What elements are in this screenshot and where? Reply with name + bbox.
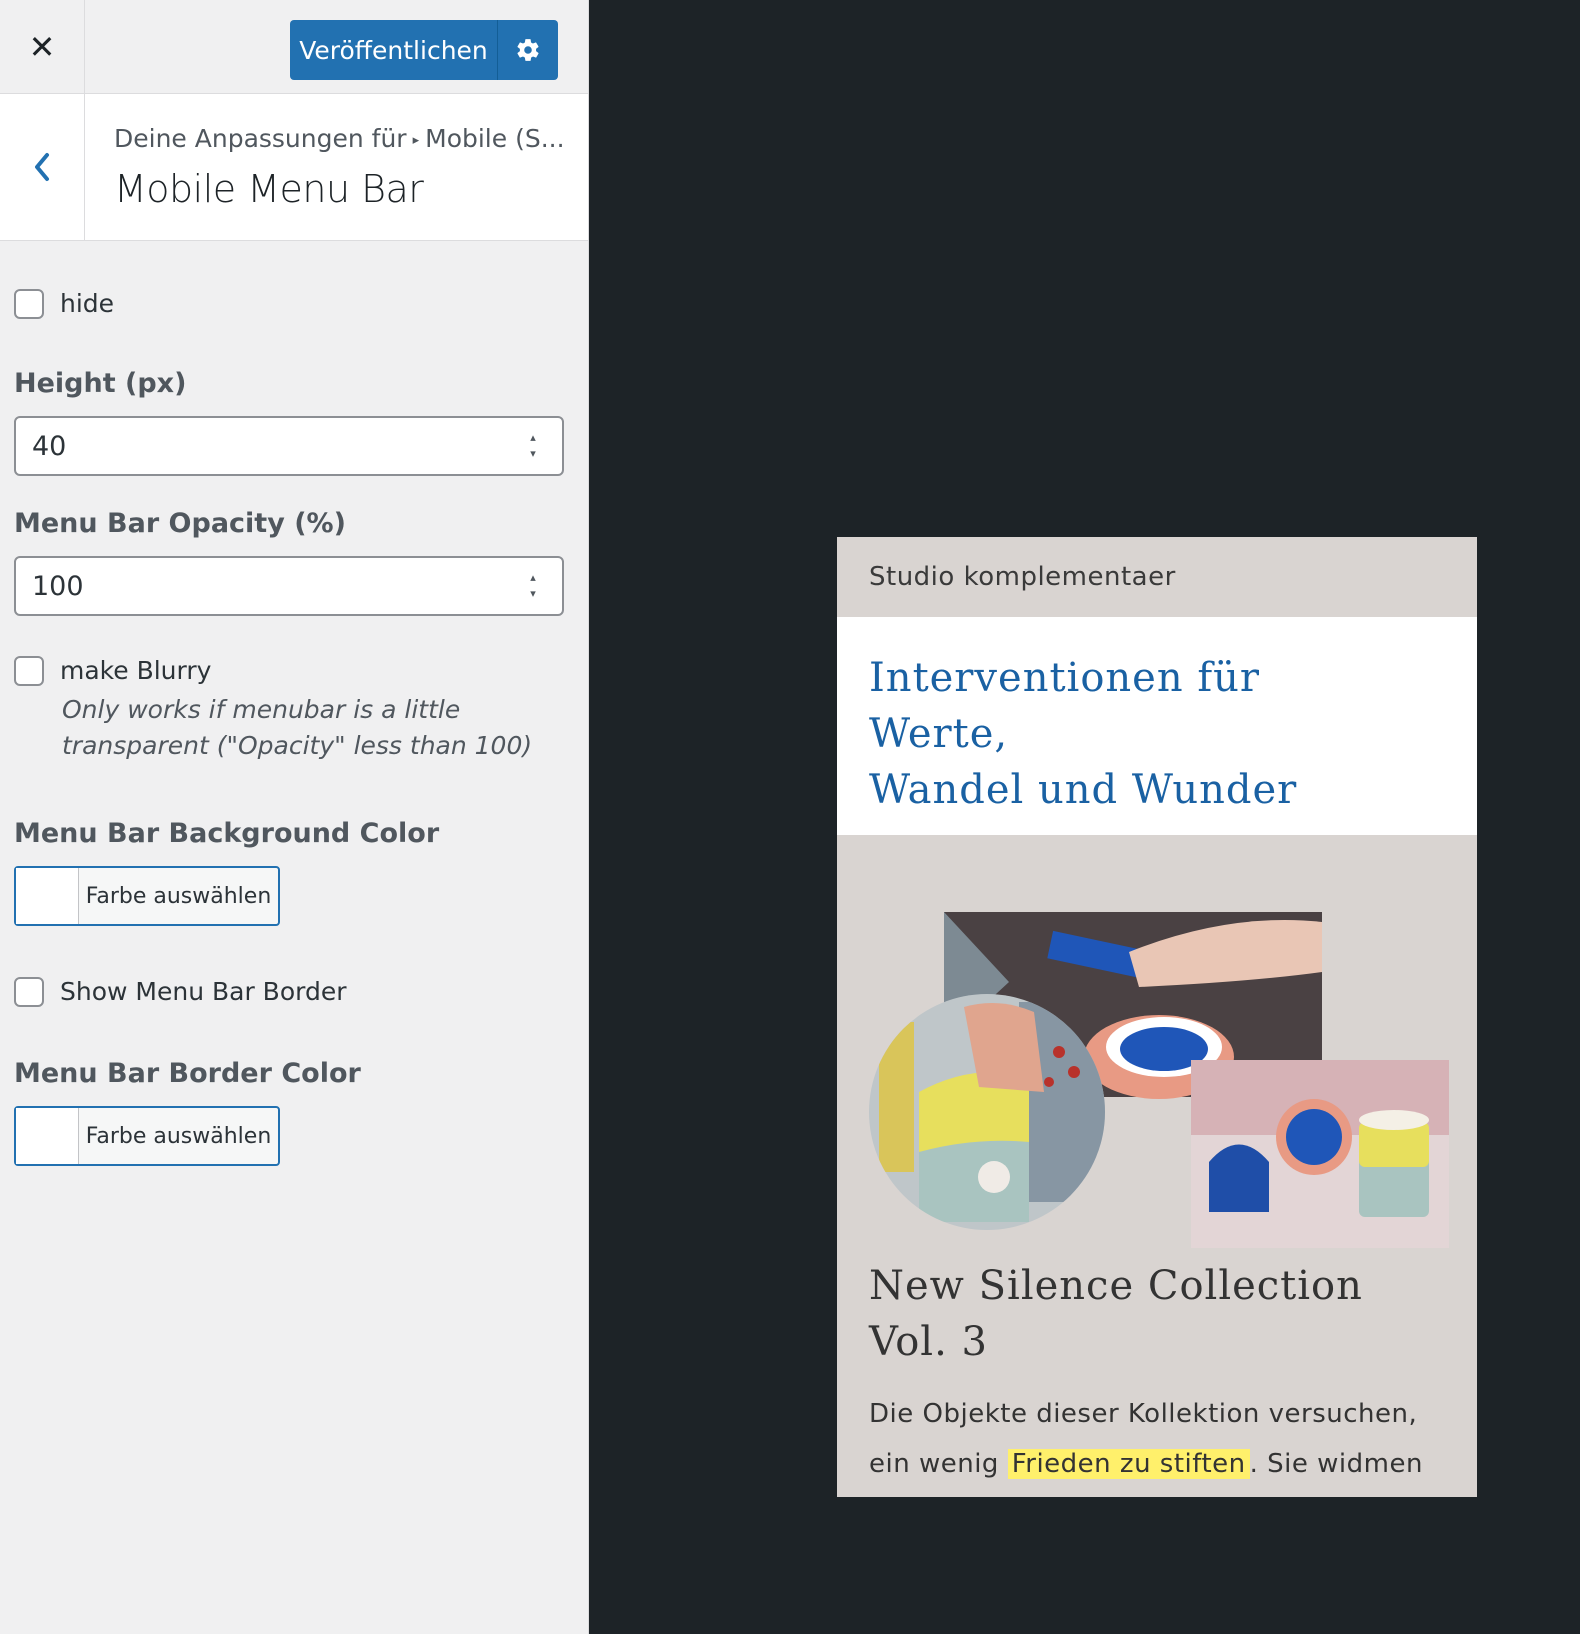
bg-color-picker-button[interactable]: Farbe auswählen [14, 866, 280, 926]
blurry-description-line-2: transparent ("Opacity" less than 100) [62, 731, 533, 760]
excerpt-line-2: ein wenig Frieden zu stiften. Sie widmen [869, 1439, 1449, 1489]
publish-settings-button[interactable] [498, 20, 558, 80]
breadcrumb: Deine Anpassungen für ▸ Mobile (S... [114, 124, 564, 153]
post-excerpt: Die Objekte dieser Kollektion versuchen,… [869, 1389, 1449, 1489]
height-input[interactable]: 40 ▴ ▾ [14, 416, 564, 476]
bg-color-swatch [16, 868, 79, 924]
border-control: Show Menu Bar Border [14, 977, 347, 1007]
excerpt-post: . Sie widmen [1249, 1449, 1423, 1479]
mobile-menu-bar[interactable]: Studio komplementaer [837, 537, 1477, 617]
blurry-description: Only works if menubar is a little transp… [62, 692, 562, 764]
spinner-down-icon: ▾ [530, 447, 536, 460]
height-spinner[interactable]: ▴ ▾ [524, 432, 542, 460]
close-button[interactable]: ✕ [0, 0, 85, 93]
site-title[interactable]: Studio komplementaer [869, 562, 1176, 592]
publish-button[interactable]: Veröffentlichen [290, 20, 498, 80]
spinner-up-icon: ▴ [530, 571, 536, 584]
opacity-input[interactable]: 100 ▴ ▾ [14, 556, 564, 616]
mobile-preview[interactable]: Studio komplementaer Interventionen für … [837, 537, 1477, 1497]
post-title-line-2[interactable]: Vol. 3 [869, 1319, 988, 1365]
height-value: 40 [32, 430, 67, 462]
spinner-up-icon: ▴ [530, 431, 536, 444]
section-header: Deine Anpassungen für ▸ Mobile (S... Mobil… [0, 94, 588, 241]
excerpt-line-1: Die Objekte dieser Kollektion versuchen, [869, 1399, 1418, 1429]
border-color-swatch [16, 1108, 79, 1164]
breadcrumb-separator-icon: ▸ [412, 132, 420, 148]
customizer-header: ✕ Veröffentlichen [0, 0, 589, 94]
collection-image[interactable] [869, 912, 1449, 1252]
border-color-button-label: Farbe auswählen [85, 1123, 272, 1149]
excerpt-pre: ein wenig [869, 1449, 1008, 1479]
breadcrumb-child: Mobile (S... [425, 124, 564, 153]
hide-label: hide [60, 289, 115, 318]
hide-checkbox[interactable] [14, 289, 44, 319]
excerpt-highlight: Frieden zu stiften [1007, 1449, 1250, 1479]
blurry-control: make Blurry [14, 656, 211, 686]
border-color-label: Menu Bar Border Color [14, 1058, 361, 1089]
blurry-description-line-1: Only works if menubar is a little [62, 695, 461, 724]
hero-line-1: Interventionen für [869, 655, 1261, 701]
gear-icon [517, 39, 539, 61]
hero-section: Interventionen für Werte, Wandel und Wun… [837, 617, 1477, 835]
chevron-left-icon [35, 153, 49, 181]
height-label: Height (px) [14, 368, 187, 399]
post-title-line-1[interactable]: New Silence Collection [869, 1263, 1363, 1309]
bg-color-label: Menu Bar Background Color [14, 818, 440, 849]
bg-color-button-label: Farbe auswählen [85, 883, 272, 909]
hide-control: hide [14, 289, 114, 319]
section-title: Mobile Menu Bar [114, 167, 424, 211]
hero-line-3: Wandel und Wunder [869, 767, 1298, 813]
spinner-down-icon: ▾ [530, 587, 536, 600]
opacity-label: Menu Bar Opacity (%) [14, 508, 346, 539]
border-label: Show Menu Bar Border [60, 977, 347, 1006]
customizer-panel: ✕ Veröffentlichen Deine Anpassungen für ▸… [0, 0, 589, 1634]
blurry-label: make Blurry [60, 656, 212, 685]
breadcrumb-parent: Deine Anpassungen für [114, 124, 407, 153]
blurry-checkbox[interactable] [14, 656, 44, 686]
hero-line-2: Werte, [869, 711, 1009, 757]
close-icon: ✕ [28, 27, 56, 66]
border-color-picker-button[interactable]: Farbe auswählen [14, 1106, 280, 1166]
publish-button-group: Veröffentlichen [290, 20, 558, 80]
opacity-spinner[interactable]: ▴ ▾ [524, 572, 542, 600]
opacity-value: 100 [32, 570, 84, 602]
border-checkbox[interactable] [14, 977, 44, 1007]
back-button[interactable] [0, 94, 85, 240]
